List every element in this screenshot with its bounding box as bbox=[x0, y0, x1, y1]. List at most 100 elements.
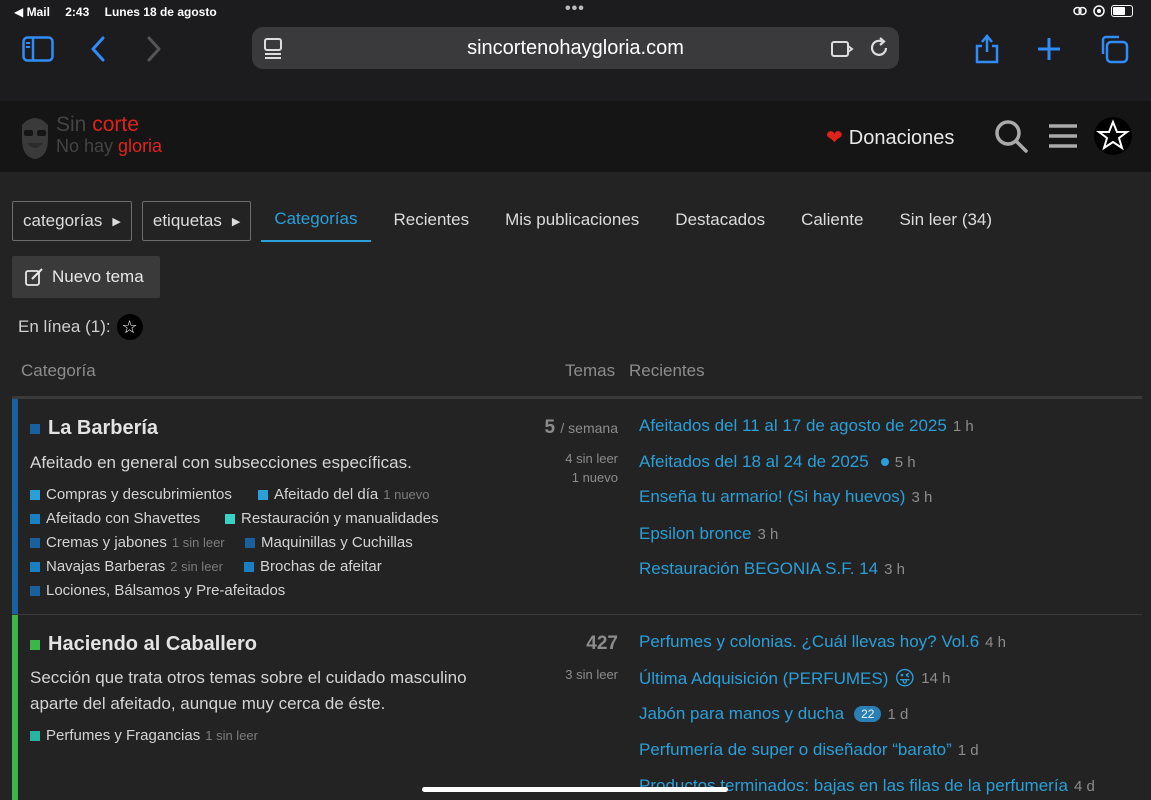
donate-link[interactable]: ❤ Donaciones bbox=[826, 125, 954, 150]
subcategory-swatch bbox=[30, 585, 40, 596]
online-users: En línea (1): ☆ bbox=[18, 314, 143, 340]
subcategory-link[interactable]: Navajas Barberas 2 sin leer bbox=[30, 558, 223, 575]
logo-text-sin: Sin bbox=[56, 113, 93, 136]
categories-dropdown-label: categorías bbox=[23, 211, 103, 230]
categories-dropdown[interactable]: categorías ▶ bbox=[12, 201, 132, 241]
site-logo[interactable]: Sin corte No hay gloria bbox=[18, 113, 162, 164]
hamburger-menu-icon[interactable] bbox=[1048, 123, 1078, 149]
new-tab-icon[interactable] bbox=[1036, 36, 1062, 62]
topics-count: 5 / semana bbox=[512, 417, 618, 439]
site-header: Sin corte No hay gloria ❤ Donaciones bbox=[0, 101, 1151, 172]
sidebar-icon[interactable] bbox=[22, 36, 54, 62]
recent-topic-link[interactable]: Afeitados del 18 al 24 de 2025 5 h bbox=[639, 452, 916, 472]
donate-label: Donaciones bbox=[848, 127, 955, 149]
edit-icon bbox=[25, 268, 43, 286]
subcategory-link[interactable]: Lociones, Bálsamos y Pre-afeitados bbox=[30, 582, 285, 599]
battery-icon bbox=[1111, 5, 1133, 17]
subcategory-swatch bbox=[30, 730, 40, 741]
subcategory-meta: 2 sin leer bbox=[170, 559, 223, 574]
url-text[interactable]: sincortenohaygloria.com bbox=[252, 37, 899, 60]
address-bar[interactable]: sincortenohaygloria.com bbox=[252, 27, 899, 69]
subcategory-swatch bbox=[225, 513, 235, 524]
recent-topic-title: Jabón para manos y ducha bbox=[639, 704, 845, 723]
recent-topic-link[interactable]: Jabón para manos y ducha 22 1 d bbox=[639, 704, 908, 724]
recent-topic-age: 3 h bbox=[757, 525, 779, 543]
forward-icon[interactable] bbox=[146, 36, 162, 62]
subcategory-link[interactable]: Maquinillas y Cuchillas bbox=[245, 534, 413, 551]
recent-topic-link[interactable]: Epsilon bronce 3 h bbox=[639, 524, 778, 544]
subcategory-link[interactable]: Compras y descubrimientos bbox=[30, 486, 232, 503]
tabs-overview-icon[interactable] bbox=[1099, 34, 1129, 64]
search-icon[interactable] bbox=[994, 119, 1028, 153]
topics-count-unit: / semana bbox=[560, 420, 618, 436]
recent-topic-age: 14 h bbox=[921, 670, 951, 687]
share-icon[interactable] bbox=[974, 32, 1000, 64]
tab-unread[interactable]: Sin leer (34) bbox=[886, 201, 1005, 241]
subcategory-swatch bbox=[30, 537, 40, 548]
tab-featured[interactable]: Destacados bbox=[662, 201, 778, 241]
new-count: 1 nuevo bbox=[571, 470, 618, 485]
caret-right-icon: ▶ bbox=[231, 215, 241, 228]
recent-topic-link[interactable]: Restauración BEGONIA S.F. 14 3 h bbox=[639, 559, 905, 579]
recent-topic-link[interactable]: Productos terminados: bajas en las filas… bbox=[639, 776, 1095, 796]
category-name[interactable]: Haciendo al Caballero bbox=[30, 633, 257, 656]
bearded-face-logo-icon bbox=[22, 118, 48, 159]
subcategory-link[interactable]: Cremas y jabones 1 sin leer bbox=[30, 534, 225, 551]
subcategory-meta: 1 nuevo bbox=[383, 487, 430, 502]
category-name[interactable]: La Barbería bbox=[30, 417, 158, 440]
subcategory-name: Maquinillas y Cuchillas bbox=[261, 534, 413, 551]
reload-icon[interactable] bbox=[868, 37, 890, 59]
link-icon bbox=[1073, 6, 1087, 16]
unread-count: 4 sin leer bbox=[565, 451, 618, 466]
status-time: 2:43 bbox=[65, 5, 90, 19]
subcategory-swatch bbox=[245, 537, 255, 548]
winking-face-emoji-icon: 😜 bbox=[894, 668, 916, 690]
tab-hot[interactable]: Caliente bbox=[788, 201, 876, 241]
recent-topic-link[interactable]: Última Adquisición (PERFUMES) 😜 14 h bbox=[639, 666, 950, 691]
subcategory-link[interactable]: Brochas de afeitar bbox=[244, 558, 382, 575]
user-avatar-icon[interactable] bbox=[1094, 117, 1132, 155]
subcategory-link[interactable]: Afeitado del día 1 nuevo bbox=[258, 486, 430, 503]
subcategory-swatch bbox=[244, 561, 254, 572]
recent-topic-title: Última Adquisición (PERFUMES) bbox=[639, 668, 889, 688]
subcategory-meta: 1 sin leer bbox=[205, 728, 258, 743]
recent-topic-title: Afeitados del 18 al 24 de 2025 bbox=[639, 452, 869, 471]
recent-topic-age: 1 d bbox=[957, 741, 979, 759]
subcategory-link[interactable]: Restauración y manualidades bbox=[225, 510, 439, 527]
back-icon[interactable] bbox=[90, 36, 106, 62]
recent-topic-link[interactable]: Perfumería de super o diseñador “barato”… bbox=[639, 740, 979, 760]
extension-icon[interactable] bbox=[830, 37, 854, 59]
column-header-topics: Temas bbox=[565, 361, 616, 380]
recent-topic-title: Productos terminados: bajas en las filas… bbox=[639, 776, 1069, 795]
multitask-dots-icon[interactable]: ••• bbox=[565, 0, 585, 18]
tab-my-posts[interactable]: Mis publicaciones bbox=[492, 201, 652, 241]
recent-topic-link[interactable]: Afeitados del 11 al 17 de agosto de 2025… bbox=[639, 416, 974, 436]
recent-topic-link[interactable]: Perfumes y colonias. ¿Cuál llevas hoy? V… bbox=[639, 632, 1006, 652]
category-swatch bbox=[30, 423, 40, 434]
subcategory-name: Restauración y manualidades bbox=[241, 510, 439, 527]
online-user-avatar[interactable]: ☆ bbox=[116, 314, 143, 340]
home-indicator[interactable] bbox=[422, 787, 728, 792]
back-to-mail[interactable]: ◀ Mail bbox=[14, 5, 50, 19]
subcategory-name: Lociones, Bálsamos y Pre-afeitados bbox=[46, 582, 286, 599]
category-description: Sección que trata otros temas sobre el c… bbox=[30, 668, 467, 713]
tab-categories[interactable]: Categorías bbox=[261, 200, 371, 242]
recent-topic-age: 4 h bbox=[985, 633, 1007, 651]
unread-posts-badge[interactable]: 22 bbox=[854, 706, 882, 722]
tags-dropdown[interactable]: etiquetas ▶ bbox=[141, 201, 252, 241]
recent-topic-age: 5 h bbox=[894, 453, 916, 471]
recent-topic-title: Enseña tu armario! (Si hay huevos) bbox=[639, 487, 906, 506]
new-topic-button[interactable]: Nuevo tema bbox=[12, 256, 160, 298]
subcategory-name: Perfumes y Fragancias bbox=[46, 727, 201, 744]
recent-topic-link[interactable]: Enseña tu armario! (Si hay huevos) 3 h bbox=[639, 487, 932, 507]
recent-topic-title: Perfumería de super o diseñador “barato” bbox=[639, 740, 952, 759]
recent-topic-age: 1 d bbox=[887, 705, 909, 723]
subcategory-swatch bbox=[30, 561, 40, 572]
tab-recent[interactable]: Recientes bbox=[381, 201, 483, 241]
recent-topic-age: 3 h bbox=[884, 560, 905, 578]
category-description: Afeitado en general con subsecciones esp… bbox=[30, 453, 412, 472]
recent-topic-title: Restauración BEGONIA S.F. 14 bbox=[639, 559, 879, 578]
subcategory-link[interactable]: Perfumes y Fragancias 1 sin leer bbox=[30, 727, 258, 744]
subcategory-link[interactable]: Afeitado con Shavettes bbox=[30, 510, 200, 527]
recent-topic-age: 3 h bbox=[911, 488, 933, 506]
